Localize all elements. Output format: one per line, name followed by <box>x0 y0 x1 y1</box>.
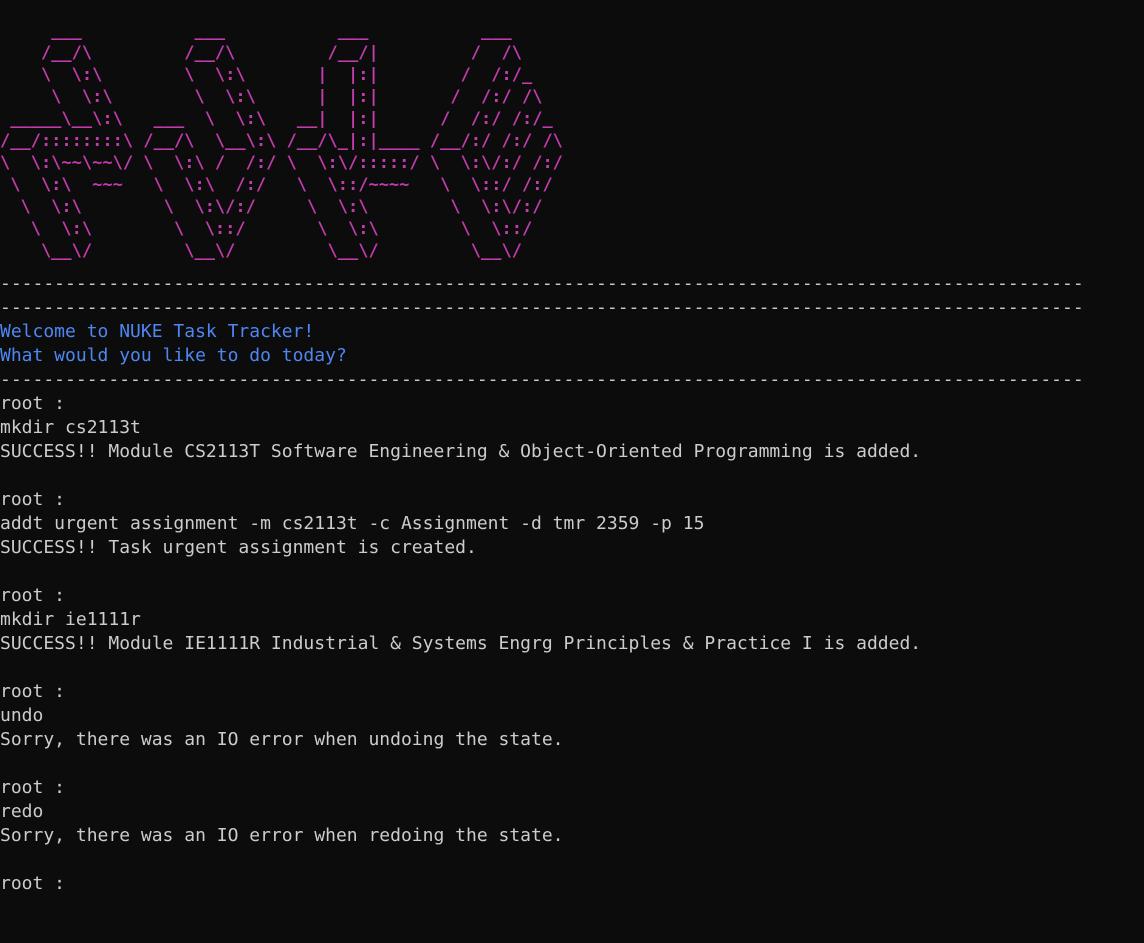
nuke-ascii-banner: ___ ___ ___ ___ /__/\ /__/\ /__/| / /\ \… <box>0 21 563 261</box>
active-prompt[interactable]: root : <box>0 872 1144 896</box>
command-text: mkdir ie1111r <box>0 609 141 630</box>
session-entry: root : mkdir ie1111r SUCCESS!! Module IE… <box>0 584 1144 680</box>
command-text: redo <box>0 801 44 822</box>
welcome-question: What would you like to do today? <box>0 345 347 366</box>
welcome-message: Welcome to NUKE Task Tracker! <box>0 321 315 342</box>
command-output: SUCCESS!! Module IE1111R Industrial & Sy… <box>0 633 922 654</box>
command-output: SUCCESS!! Module CS2113T Software Engine… <box>0 441 922 462</box>
prompt-label: root : <box>0 393 66 414</box>
session-entry: root : addt urgent assignment -m cs2113t… <box>0 488 1144 584</box>
command-text: addt urgent assignment -m cs2113t -c Ass… <box>0 513 705 534</box>
command-text: undo <box>0 705 44 726</box>
prompt-label: root : <box>0 585 66 606</box>
prompt-label: root : <box>0 681 66 702</box>
prompt-label: root : <box>0 777 66 798</box>
divider-line: ----------------------------------------… <box>0 369 1084 390</box>
command-output: SUCCESS!! Task urgent assignment is crea… <box>0 537 477 558</box>
divider-line: ----------------------------------------… <box>0 297 1084 318</box>
terminal-window[interactable]: ___ ___ ___ ___ /__/\ /__/\ /__/| / /\ \… <box>0 0 1144 943</box>
command-text: mkdir cs2113t <box>0 417 141 438</box>
command-output: Sorry, there was an IO error when undoin… <box>0 729 564 750</box>
command-output: Sorry, there was an IO error when redoin… <box>0 825 564 846</box>
session-entry: root : undo Sorry, there was an IO error… <box>0 680 1144 776</box>
session-entry: root : mkdir cs2113t SUCCESS!! Module CS… <box>0 392 1144 488</box>
divider-line: ----------------------------------------… <box>0 273 1084 294</box>
session-entry: root : redo Sorry, there was an IO error… <box>0 776 1144 872</box>
prompt-label: root : <box>0 489 66 510</box>
